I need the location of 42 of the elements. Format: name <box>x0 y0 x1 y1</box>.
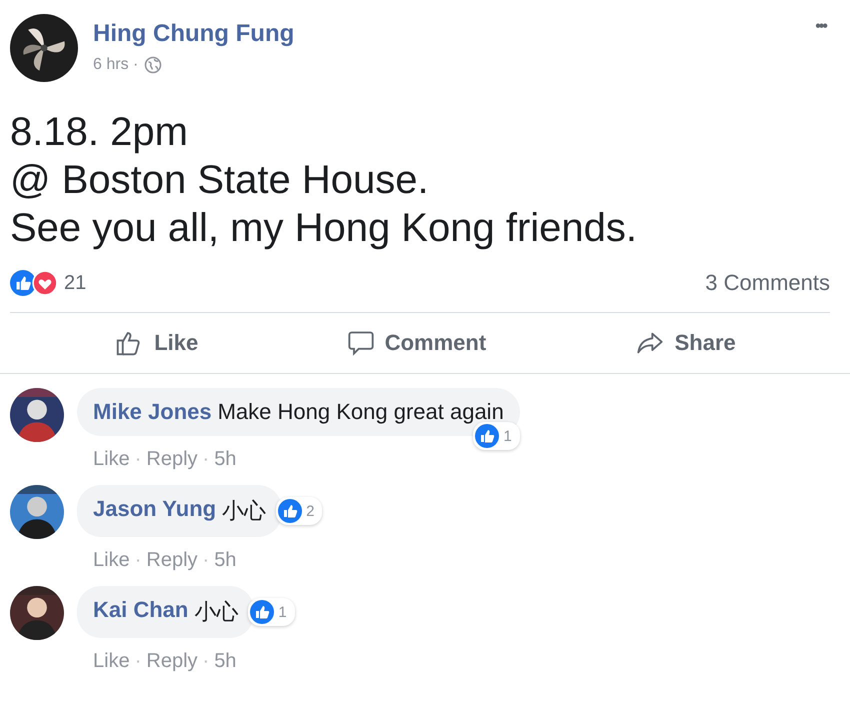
comment-text: 小心 <box>194 598 238 626</box>
like-reaction-icon <box>278 499 302 523</box>
comment-time-link[interactable]: 5h <box>214 650 236 673</box>
like-reaction-icon <box>250 600 274 624</box>
post-text-line: @ Boston State House. <box>10 157 430 204</box>
speech-bubble-icon <box>346 329 375 357</box>
author-name[interactable]: Hing Chung Fung <box>93 20 796 48</box>
comment-action-link[interactable]: Like <box>93 549 130 572</box>
globe-icon <box>144 56 162 74</box>
separator-dot: · <box>202 549 210 572</box>
comment-action-link[interactable]: Like <box>93 650 130 673</box>
post-text-line: 8.18. 2pm <box>10 109 189 156</box>
comment-button[interactable]: Comment <box>340 327 492 359</box>
like-reaction-icon <box>475 424 500 448</box>
separator-dot: · <box>134 448 142 471</box>
commenter-name[interactable]: Kai Chan <box>93 597 188 627</box>
reaction-badge[interactable]: 2 <box>276 497 322 525</box>
comment-time-link[interactable]: 5h <box>214 448 236 471</box>
comment-text: Make Hong Kong great again <box>218 399 504 425</box>
comment-action-link[interactable]: Reply <box>146 448 198 471</box>
comments-count-link[interactable]: 3 Comments <box>705 270 830 296</box>
post-time: 6 hrs · <box>93 56 138 74</box>
comment-text: 小心 <box>222 497 266 525</box>
comment-action-link[interactable]: Reply <box>146 549 198 572</box>
commenter-name[interactable]: Mike Jones <box>93 399 212 425</box>
commenter-name[interactable]: Jason Yung <box>93 496 216 526</box>
separator-dot: · <box>202 650 210 673</box>
menu-button[interactable]: ••• <box>811 14 830 40</box>
separator-dot: · <box>202 448 210 471</box>
reaction-count[interactable]: 21 <box>64 272 86 294</box>
separator-dot: · <box>134 549 142 572</box>
comment-time-link[interactable]: 5h <box>214 549 236 572</box>
separator-dot: · <box>134 650 142 673</box>
post-text-line: See you all, my Hong Kong friends. <box>10 205 638 252</box>
like-reaction-icon <box>10 270 36 296</box>
comment-action-link[interactable]: Reply <box>146 650 198 673</box>
reaction-badge[interactable]: 1 <box>248 598 295 626</box>
comment-action-link[interactable]: Like <box>93 448 130 471</box>
like-button[interactable]: Like <box>108 327 204 359</box>
reaction-badge[interactable]: 1 <box>473 422 520 450</box>
share-button[interactable]: Share <box>628 327 742 359</box>
love-reaction-icon <box>32 270 58 296</box>
